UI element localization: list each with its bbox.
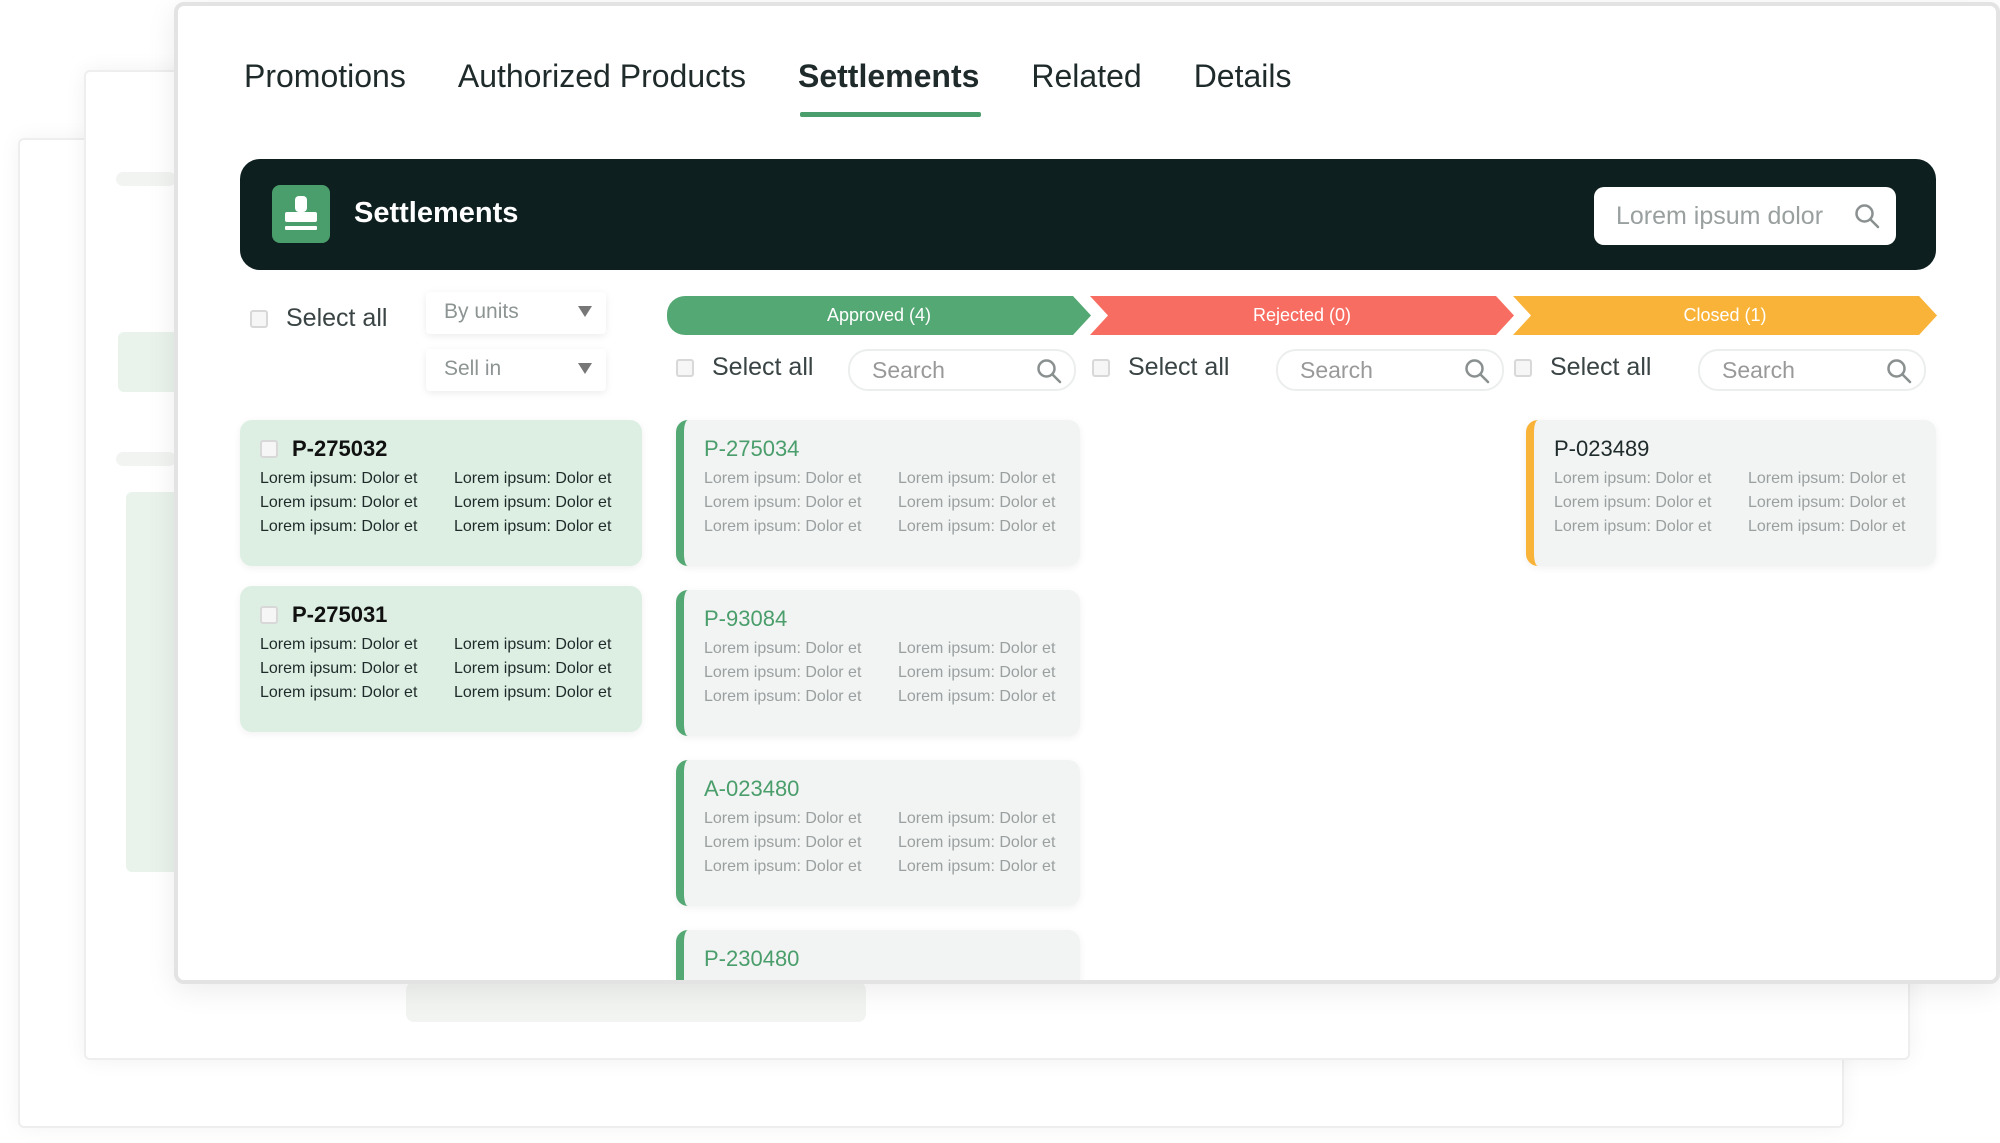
type-select[interactable]: Sell in — [426, 349, 606, 391]
card-line: Lorem ipsum: Dolor et — [704, 688, 862, 705]
select-all-label: Select all — [286, 304, 388, 332]
select-all-checkbox[interactable] — [250, 309, 268, 328]
tab-settlements[interactable]: Settlements — [798, 58, 982, 117]
settlements-window: Promotions Authorized Products Settlemen… — [174, 2, 2000, 984]
caret-down-icon — [578, 306, 592, 317]
card-line: Lorem ipsum: Dolor et — [1554, 494, 1712, 511]
card-id: P-275031 — [292, 602, 388, 627]
left-select-all: Select all — [250, 304, 387, 333]
unit-select[interactable]: By units — [426, 292, 606, 334]
card-line: Lorem ipsum: Dolor et — [1554, 518, 1712, 535]
rejected-select-all: Select all — [1092, 353, 1229, 382]
card-line: Lorem ipsum: Dolor et — [260, 470, 418, 487]
search-placeholder: Search — [1300, 357, 1373, 383]
card-line: Lorem ipsum: Dolor et — [454, 494, 612, 511]
search-icon[interactable] — [1886, 358, 1912, 384]
settlements-header: Settlements — [240, 159, 1936, 270]
card-line: Lorem ipsum: Dolor et — [704, 810, 862, 827]
card-line: Lorem ipsum: Dolor et — [454, 518, 612, 535]
status-approved[interactable]: Approved (4) — [667, 296, 1091, 335]
tab-promotions[interactable]: Promotions — [244, 58, 406, 117]
rejected-search-input[interactable]: Search — [1276, 349, 1504, 391]
card-line: Lorem ipsum: Dolor et — [1748, 470, 1906, 487]
card-line: Lorem ipsum: Dolor et — [260, 518, 418, 535]
unit-select-value: By units — [444, 300, 519, 323]
select-all-checkbox[interactable] — [1514, 358, 1532, 377]
closed-card[interactable]: P-023489 Lorem ipsum: Dolor et Lorem ips… — [1526, 420, 1936, 566]
search-icon[interactable] — [1854, 203, 1880, 229]
card-id: P-275032 — [292, 436, 388, 461]
tab-details[interactable]: Details — [1194, 58, 1292, 117]
search-icon[interactable] — [1036, 358, 1062, 384]
card-line: Lorem ipsum: Dolor et — [1748, 518, 1906, 535]
page-title: Settlements — [354, 197, 519, 229]
card-line: Lorem ipsum: Dolor et — [454, 636, 612, 653]
card-line: Lorem ipsum: Dolor et — [1748, 494, 1906, 511]
type-select-value: Sell in — [444, 357, 502, 380]
card-line: Lorem ipsum: Dolor et — [898, 518, 1056, 535]
card-line: Lorem ipsum: Dolor et — [898, 810, 1056, 827]
card-line: Lorem ipsum: Dolor et — [260, 494, 418, 511]
header-search-input[interactable] — [1594, 187, 1896, 245]
select-all-label: Select all — [712, 353, 814, 381]
tab-authorized-products[interactable]: Authorized Products — [458, 58, 746, 117]
caret-down-icon — [578, 363, 592, 374]
status-rejected-label: Rejected (0) — [1252, 305, 1352, 325]
card-line: Lorem ipsum: Dolor et — [260, 660, 418, 677]
select-all-label: Select all — [1550, 353, 1652, 381]
card-line: Lorem ipsum: Dolor et — [704, 664, 862, 681]
card-id: P-023489 — [1554, 436, 1650, 461]
closed-search-input[interactable]: Search — [1698, 349, 1926, 391]
card-line: Lorem ipsum: Dolor et — [898, 470, 1056, 487]
select-all-checkbox[interactable] — [676, 358, 694, 377]
card-line: Lorem ipsum: Dolor et — [704, 640, 862, 657]
approved-card[interactable]: A-023480 Lorem ipsum: Dolor et Lorem ips… — [676, 760, 1080, 906]
card-line: Lorem ipsum: Dolor et — [704, 834, 862, 851]
tab-bar: Promotions Authorized Products Settlemen… — [244, 58, 1292, 117]
card-line: Lorem ipsum: Dolor et — [898, 858, 1056, 875]
approved-select-all: Select all — [676, 353, 813, 382]
card-line: Lorem ipsum: Dolor et — [704, 470, 862, 487]
approved-search-input[interactable]: Search — [848, 349, 1076, 391]
card-line: Lorem ipsum: Dolor et — [704, 858, 862, 875]
card-line: Lorem ipsum: Dolor et — [898, 664, 1056, 681]
card-id: P-230480 — [704, 946, 800, 971]
card-checkbox[interactable] — [260, 440, 278, 458]
status-closed-label: Closed (1) — [1683, 305, 1767, 325]
card-line: Lorem ipsum: Dolor et — [454, 684, 612, 701]
select-all-checkbox[interactable] — [1092, 358, 1110, 377]
card-checkbox[interactable] — [260, 606, 278, 624]
status-rejected[interactable]: Rejected (0) — [1090, 296, 1514, 335]
status-approved-label: Approved (4) — [826, 305, 932, 325]
card-line: Lorem ipsum: Dolor et — [704, 494, 862, 511]
search-icon[interactable] — [1464, 358, 1490, 384]
card-line: Lorem ipsum: Dolor et — [454, 470, 612, 487]
card-line: Lorem ipsum: Dolor et — [704, 518, 862, 535]
status-closed[interactable]: Closed (1) — [1513, 296, 1937, 335]
stamp-icon — [272, 185, 330, 243]
search-placeholder: Search — [872, 357, 945, 383]
card-line: Lorem ipsum: Dolor et — [898, 494, 1056, 511]
closed-select-all: Select all — [1514, 353, 1651, 382]
settlement-card[interactable]: P-275032 Lorem ipsum: Dolor et Lorem ips… — [240, 420, 642, 566]
card-line: Lorem ipsum: Dolor et — [898, 834, 1056, 851]
approved-card[interactable]: P-93084 Lorem ipsum: Dolor et Lorem ipsu… — [676, 590, 1080, 736]
card-line: Lorem ipsum: Dolor et — [1554, 470, 1712, 487]
select-all-label: Select all — [1128, 353, 1230, 381]
card-id: A-023480 — [704, 776, 800, 801]
card-line: Lorem ipsum: Dolor et — [898, 688, 1056, 705]
card-id: P-93084 — [704, 606, 788, 631]
settlement-card[interactable]: P-275031 Lorem ipsum: Dolor et Lorem ips… — [240, 586, 642, 732]
approved-card[interactable]: P-230480 — [676, 930, 1080, 980]
card-line: Lorem ipsum: Dolor et — [260, 684, 418, 701]
search-placeholder: Search — [1722, 357, 1795, 383]
card-line: Lorem ipsum: Dolor et — [454, 660, 612, 677]
approved-card[interactable]: P-275034 Lorem ipsum: Dolor et Lorem ips… — [676, 420, 1080, 566]
card-line: Lorem ipsum: Dolor et — [260, 636, 418, 653]
tab-related[interactable]: Related — [1031, 58, 1141, 117]
card-id: P-275034 — [704, 436, 800, 461]
card-line: Lorem ipsum: Dolor et — [898, 640, 1056, 657]
